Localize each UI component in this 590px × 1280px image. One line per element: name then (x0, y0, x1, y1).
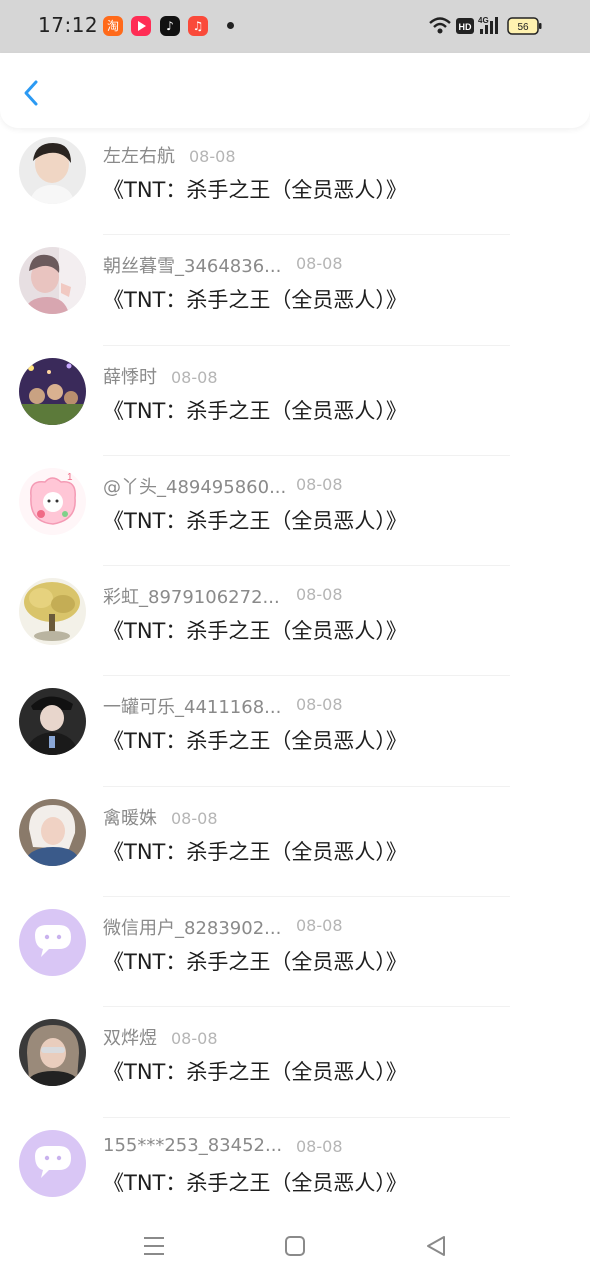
status-bar: 17:12 淘 ♪ ♫ HD 4G 56 (0, 0, 590, 53)
comment-date: 08-08 (171, 1029, 218, 1049)
back-triangle-icon[interactable] (422, 1232, 450, 1260)
comment-text: 《TNT：杀手之王（全员恶人）》 (103, 839, 407, 864)
comment-text: 《TNT：杀手之王（全员恶人）》 (103, 729, 407, 754)
status-time: 17:12 (38, 13, 99, 37)
comment-date: 08-08 (296, 916, 343, 936)
music-app-icon: ♫ (188, 16, 208, 36)
list-item[interactable]: 1 @丫头_489495860... 08-08 《TNT：杀手之王（全员恶人）》 (0, 456, 590, 567)
svg-text:4G: 4G (478, 16, 489, 25)
tiktok-icon: ♪ (160, 16, 180, 36)
avatar[interactable] (19, 1019, 86, 1087)
battery-icon: 56 (507, 17, 542, 35)
comment-date: 08-08 (296, 585, 343, 605)
avatar[interactable] (19, 909, 86, 977)
menu-icon[interactable] (140, 1232, 168, 1260)
svg-text:1: 1 (67, 472, 73, 483)
comment-text: 《TNT：杀手之王（全员恶人）》 (103, 619, 407, 644)
avatar[interactable] (19, 357, 86, 425)
comment-date: 08-08 (189, 147, 236, 166)
user-name[interactable]: 朝丝暮雪_3464836... (103, 252, 281, 278)
default-avatar-icon (19, 909, 86, 977)
avatar[interactable] (19, 798, 86, 866)
user-name[interactable]: 微信用户_8283902... (103, 914, 281, 940)
comment-text: 《TNT：杀手之王（全员恶人）》 (103, 1060, 407, 1085)
chevron-left-icon[interactable] (16, 76, 50, 110)
user-name[interactable]: 双烨煜 (103, 1024, 157, 1050)
comment-text: 《TNT：杀手之王（全员恶人）》 (103, 950, 407, 975)
user-name[interactable]: 155***253_83452... (103, 1135, 282, 1156)
comment-date: 08-08 (296, 695, 343, 715)
comment-date: 08-08 (171, 367, 218, 387)
comment-date: 08-08 (171, 808, 218, 828)
avatar[interactable] (19, 137, 86, 204)
user-name[interactable]: 一罐可乐_4411168... (103, 693, 281, 719)
avatar[interactable] (19, 688, 86, 756)
status-indicators: HD 4G 56 (429, 16, 542, 35)
comment-text: 《TNT：杀手之王（全员恶人）》 (103, 398, 407, 423)
hd-icon: HD (456, 18, 474, 34)
list-item[interactable]: 左左右航 08-08 《TNT：杀手之王（全员恶人）》 (0, 125, 590, 236)
list-item[interactable]: 双烨煜 08-08 《TNT：杀手之王（全员恶人）》 (0, 1007, 590, 1118)
svg-text:HD: HD (459, 22, 472, 32)
video-app-icon (131, 16, 151, 36)
comment-date: 08-08 (296, 254, 343, 274)
avatar[interactable] (19, 247, 86, 315)
avatar[interactable] (19, 578, 86, 646)
comment-text: 《TNT：杀手之王（全员恶人）》 (103, 508, 407, 533)
notification-dot (227, 22, 234, 29)
top-header (0, 53, 590, 128)
default-avatar-icon (19, 1129, 86, 1197)
comment-text: 《TNT：杀手之王（全员恶人）》 (103, 288, 407, 313)
list-item[interactable]: 薛悸时 08-08 《TNT：杀手之王（全员恶人）》 (0, 346, 590, 456)
user-name[interactable]: @丫头_489495860... (103, 473, 286, 499)
user-name[interactable]: 薛悸时 (103, 363, 157, 389)
svg-text:56: 56 (517, 22, 529, 33)
avatar[interactable] (19, 1129, 86, 1197)
user-name[interactable]: 彩虹_8979106272... (103, 583, 280, 609)
avatar[interactable]: 1 (19, 467, 86, 535)
comment-date: 08-08 (296, 1136, 343, 1156)
system-nav-bar (0, 1210, 590, 1280)
signal-icon: 4G (478, 16, 498, 34)
list-item[interactable]: 朝丝暮雪_3464836... 08-08 《TNT：杀手之王（全员恶人）》 (0, 235, 590, 346)
home-square-icon[interactable] (281, 1232, 309, 1260)
taobao-icon: 淘 (103, 16, 123, 36)
wifi-icon (429, 17, 451, 34)
user-name[interactable]: 左左右航 (103, 142, 175, 168)
comment-text: 《TNT：杀手之王（全员恶人）》 (103, 1170, 407, 1195)
list-item[interactable]: 彩虹_8979106272... 08-08 《TNT：杀手之王（全员恶人）》 (0, 566, 590, 677)
comment-text: 《TNT：杀手之王（全员恶人）》 (103, 178, 407, 202)
comment-list: 左左右航 08-08 《TNT：杀手之王（全员恶人）》 朝丝暮雪_3464836.… (0, 125, 590, 1228)
comment-date: 08-08 (296, 474, 343, 494)
user-name[interactable]: 禽暖姝 (103, 804, 157, 830)
list-item[interactable]: 禽暖姝 08-08 《TNT：杀手之王（全员恶人）》 (0, 787, 590, 898)
list-item[interactable]: 一罐可乐_4411168... 08-08 《TNT：杀手之王（全员恶人）》 (0, 676, 590, 787)
list-item[interactable]: 微信用户_8283902... 08-08 《TNT：杀手之王（全员恶人）》 (0, 897, 590, 1008)
